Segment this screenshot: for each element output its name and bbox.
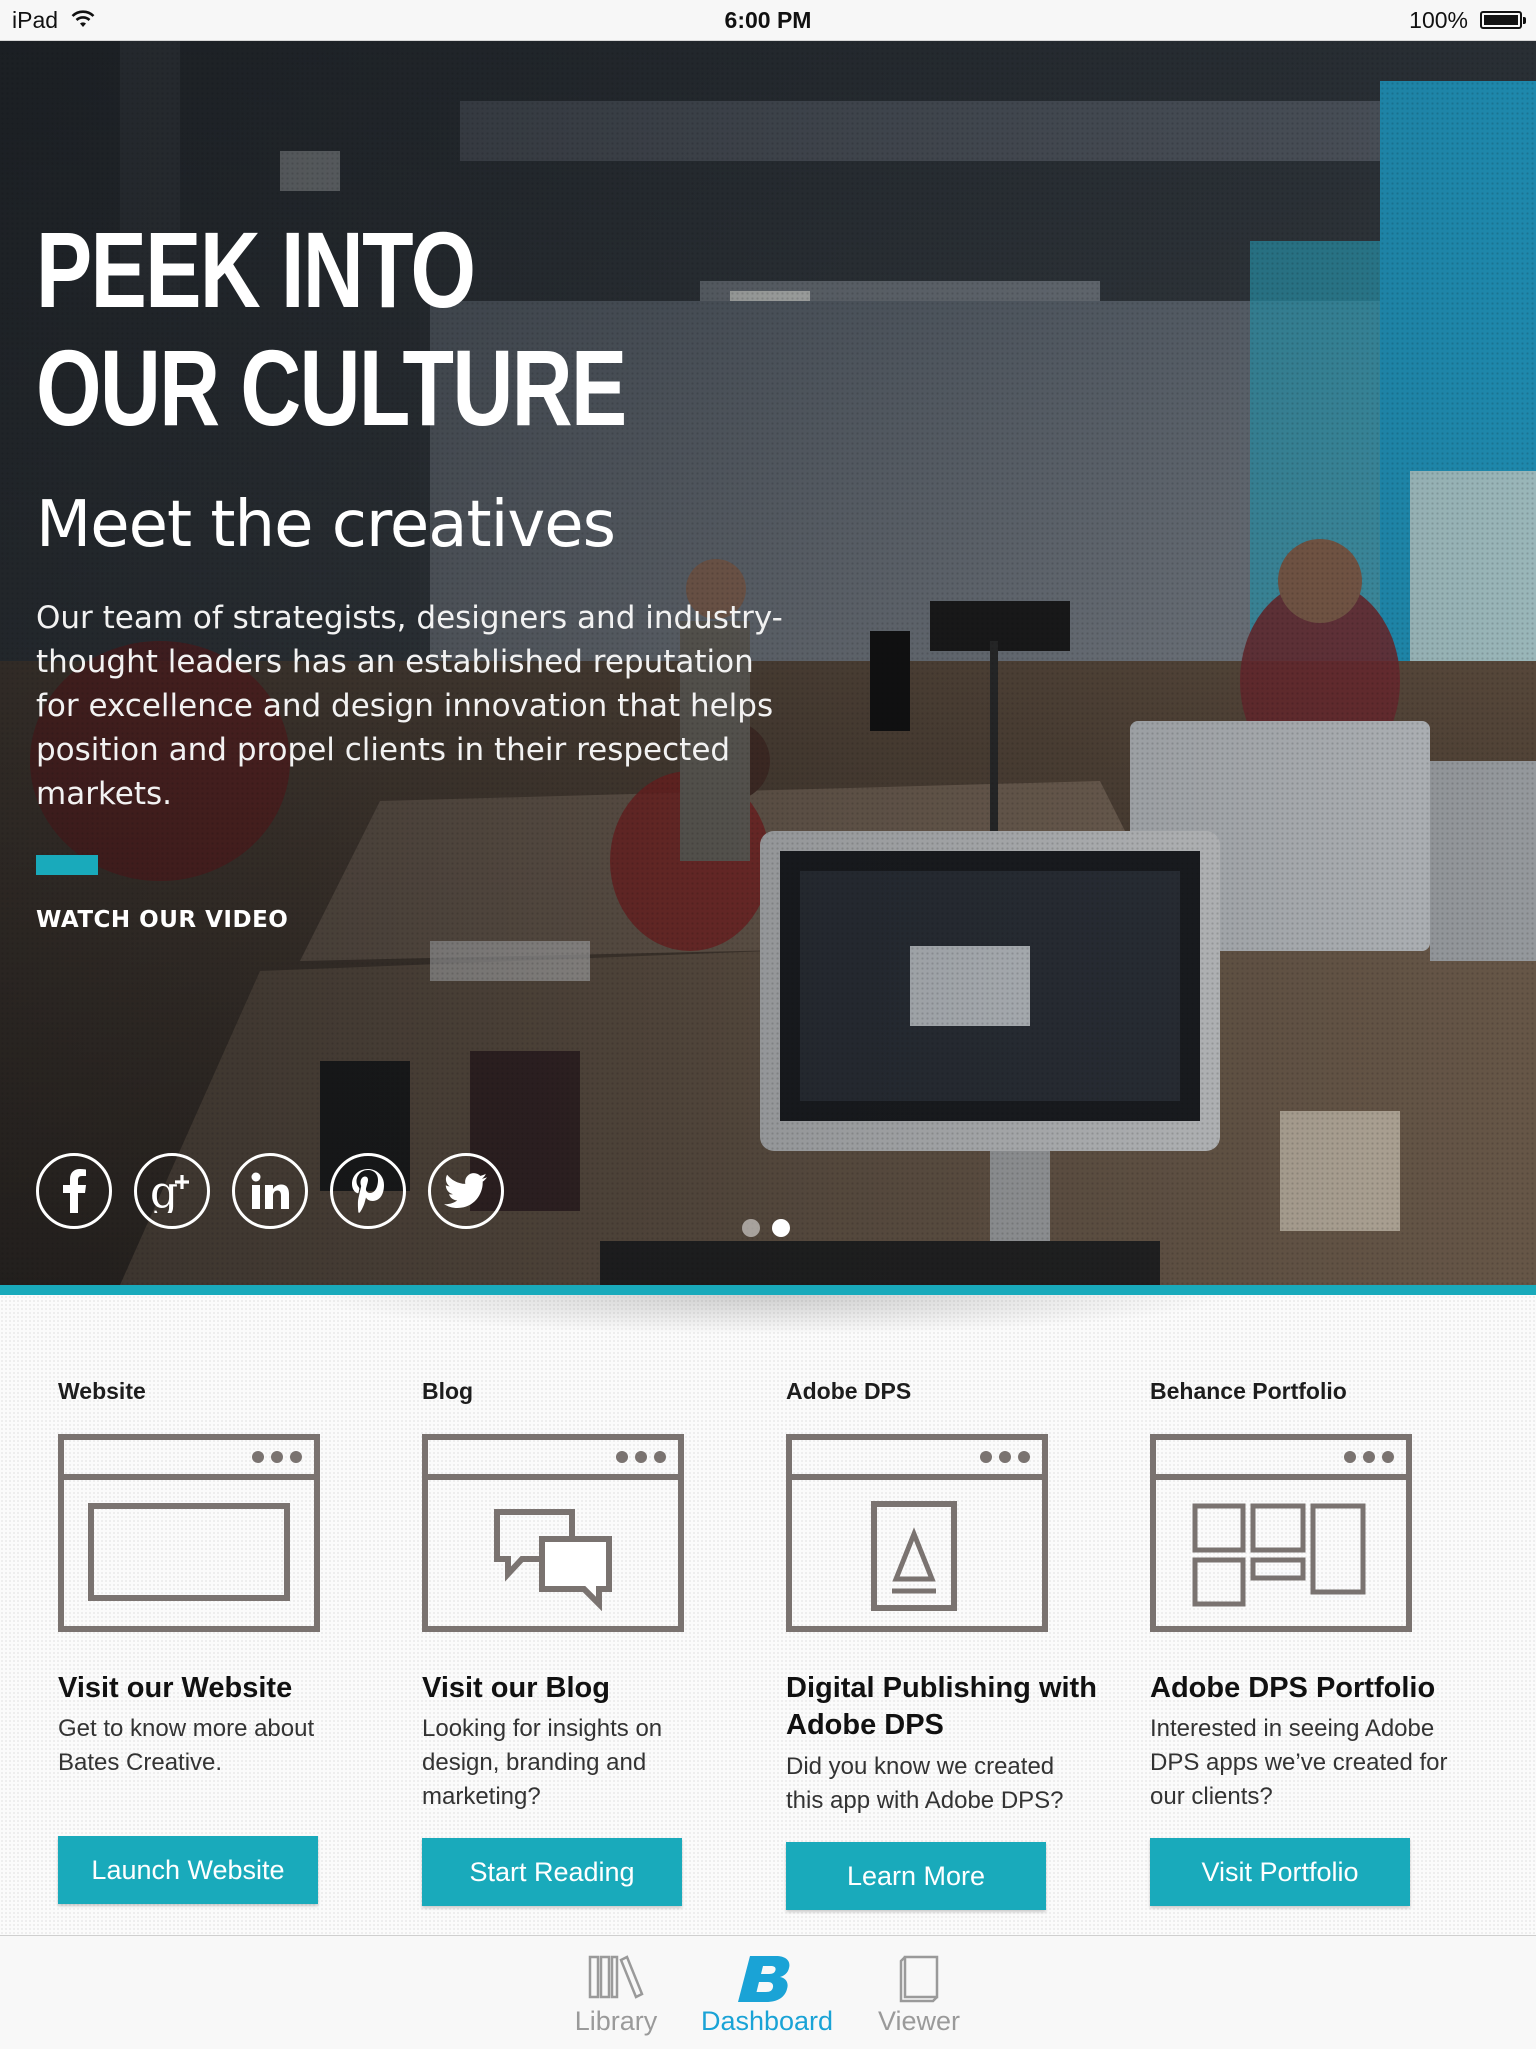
card-description: Did you know we created this app with Ad… [786, 1753, 1064, 1814]
page-dot-active[interactable] [772, 1219, 790, 1237]
hero-banner[interactable]: PEEK INTO OUR CULTURE Meet the creatives… [0, 41, 1536, 1285]
tab-label: Viewer [877, 2006, 961, 2036]
card-description: Get to know more about Bates Creative. [58, 1715, 315, 1776]
adobe-dps-card: Adobe DPS Digital Publishing with Adobe … [786, 1378, 1097, 1910]
card-heading: Website [58, 1378, 146, 1404]
hero-divider [0, 1285, 1536, 1295]
behance-portfolio-card: Behance Portfolio Adobe DPS Portfolio In… [1150, 1378, 1450, 1906]
tab-viewer[interactable]: Viewer [844, 1936, 994, 2049]
page-indicator [742, 1219, 790, 1237]
chat-bubbles-icon [422, 1434, 684, 1632]
card-description: Looking for insights on design, branding… [422, 1715, 663, 1810]
website-card: Website Visit our Website Get to know mo… [58, 1378, 358, 1904]
page-dot[interactable] [742, 1219, 760, 1237]
hero-title-line2: OUR CULTURE [36, 327, 627, 448]
hero-title: PEEK INTO OUR CULTURE [36, 211, 660, 447]
social-links: g [36, 1153, 504, 1229]
card-title: Visit our Blog [422, 1672, 610, 1704]
section-shadow [300, 1295, 1236, 1335]
status-bar: iPad 6:00 PM 100% [0, 0, 1536, 41]
portfolio-grid-icon [1150, 1434, 1412, 1632]
card-title: Digital Publishing with Adobe DPS [786, 1672, 1097, 1741]
hero-title-line1: PEEK INTO [36, 209, 476, 330]
b-logo-icon [738, 1956, 790, 2002]
browser-window-icon [58, 1434, 320, 1632]
card-heading: Blog [422, 1378, 474, 1404]
hero-subtitle: Meet the creatives [36, 488, 616, 562]
learn-more-button[interactable]: Learn More [786, 1842, 1046, 1910]
facebook-icon[interactable] [36, 1153, 112, 1229]
twitter-icon[interactable] [428, 1153, 504, 1229]
linkedin-icon[interactable] [232, 1153, 308, 1229]
clock: 6:00 PM [724, 7, 812, 33]
visit-portfolio-button[interactable]: Visit Portfolio [1150, 1838, 1410, 1906]
google-plus-icon[interactable]: g [134, 1153, 210, 1229]
accent-bar [36, 855, 98, 875]
battery-icon [1480, 11, 1526, 29]
tab-library[interactable]: Library [541, 1936, 691, 2049]
start-reading-button[interactable]: Start Reading [422, 1838, 682, 1906]
card-heading: Adobe DPS [786, 1378, 912, 1404]
battery-percent: 100% [1409, 7, 1468, 33]
svg-text:g: g [150, 1169, 178, 1213]
card-title: Adobe DPS Portfolio [1150, 1672, 1436, 1704]
pinterest-icon[interactable] [330, 1153, 406, 1229]
hero-body-text: Our team of strategists, designers and i… [36, 600, 783, 812]
card-description: Interested in seeing Adobe DPS apps we’v… [1150, 1715, 1448, 1810]
launch-website-button[interactable]: Launch Website [58, 1836, 318, 1904]
document-icon [786, 1434, 1048, 1632]
tab-bar: Library Dashboard Viewer [0, 1935, 1536, 2049]
watch-video-link[interactable]: WATCH OUR VIDEO [36, 907, 288, 933]
card-title: Visit our Website [58, 1672, 293, 1704]
tab-label: Library [574, 2006, 658, 2036]
library-icon [588, 1955, 644, 1999]
card-heading: Behance Portfolio [1150, 1378, 1347, 1404]
viewer-icon [899, 1955, 939, 2003]
tab-label: Dashboard [700, 2006, 834, 2036]
blog-card: Blog Visit our Blog Looking for insights… [422, 1378, 722, 1906]
tab-dashboard[interactable]: Dashboard [692, 1936, 842, 2049]
